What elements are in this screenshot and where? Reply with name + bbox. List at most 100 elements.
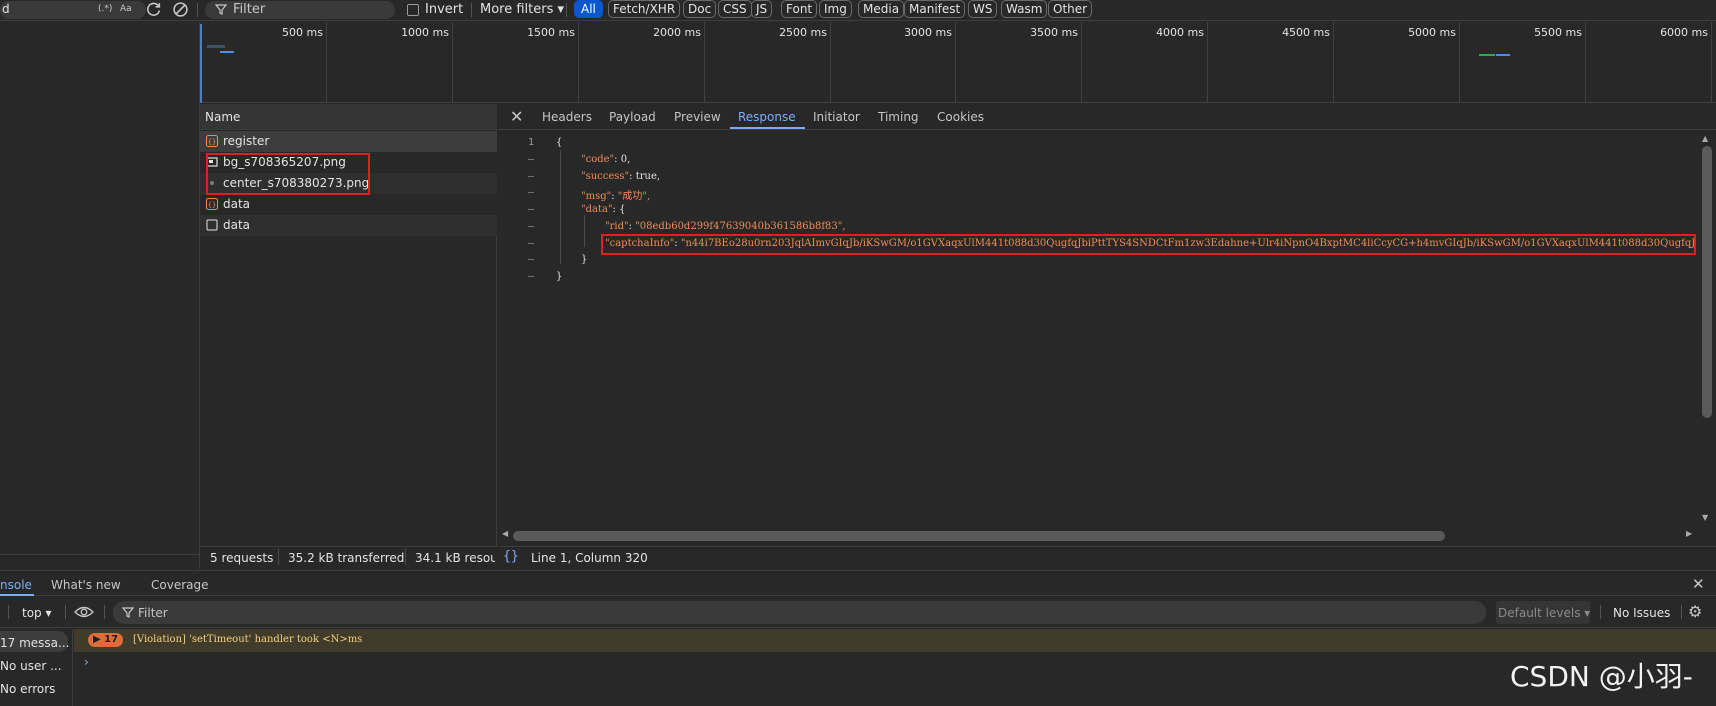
name-column-header[interactable] — [200, 104, 497, 130]
divider — [405, 549, 406, 565]
json-key: "msg" — [581, 191, 612, 202]
tab-coverage[interactable]: Coverage — [151, 578, 209, 592]
json-line: "code": 0, — [581, 154, 631, 165]
console-filter-input[interactable] — [113, 601, 1486, 624]
message-count-badge[interactable]: ▶ 17 — [88, 633, 124, 647]
timeline-tick-label: 4000 ms — [1156, 26, 1204, 39]
fold-marker[interactable]: – — [498, 271, 534, 282]
refresh-icon[interactable] — [145, 1, 162, 18]
request-row[interactable]: data — [200, 215, 497, 236]
gear-icon[interactable]: ⚙ — [1688, 602, 1702, 621]
svg-text:{}: {} — [208, 201, 216, 209]
timeline-gridline — [830, 22, 831, 103]
timeline-gridline — [578, 22, 579, 103]
timeline-tick-label: 2000 ms — [653, 26, 701, 39]
request-count: 5 requests — [210, 551, 274, 565]
active-tab-indicator — [730, 127, 805, 129]
fold-marker[interactable]: – — [498, 238, 534, 249]
json-line: "data": { — [581, 204, 626, 215]
filter-chip-doc[interactable]: Doc — [683, 0, 717, 18]
close-icon[interactable]: ✕ — [510, 107, 523, 126]
eye-icon[interactable] — [74, 605, 94, 619]
fold-marker[interactable]: – — [498, 171, 534, 182]
resources-size: 34.1 kB resou — [415, 551, 495, 565]
highlight-box — [601, 234, 1696, 255]
issues-button[interactable]: No Issues — [1613, 606, 1670, 620]
request-row[interactable]: {} data — [200, 194, 497, 215]
search-results-pane — [0, 22, 200, 569]
filter-chip-media[interactable]: Media — [858, 0, 905, 18]
divider — [197, 3, 198, 17]
sidebar-item-messages[interactable]: 17 messa... — [0, 636, 69, 650]
scrollbar-thumb[interactable] — [1702, 146, 1712, 418]
timeline-tick-label: 3500 ms — [1030, 26, 1078, 39]
cursor-position: Line 1, Column 320 — [531, 551, 648, 565]
fold-marker[interactable]: – — [498, 254, 534, 265]
scroll-down-icon[interactable]: ▼ — [1702, 513, 1708, 522]
close-icon[interactable]: ✕ — [1692, 575, 1705, 593]
document-icon — [206, 219, 218, 231]
filter-chip-ws[interactable]: WS — [968, 0, 998, 18]
filter-chip-other[interactable]: Other — [1048, 0, 1093, 18]
divider — [104, 605, 105, 619]
context-select[interactable]: top ▾ — [22, 606, 52, 620]
highlight-box — [206, 153, 370, 195]
line-number: 1 — [527, 137, 534, 148]
clear-icon[interactable] — [172, 1, 189, 18]
filter-icon — [215, 4, 227, 15]
timeline-gridline — [452, 22, 453, 103]
tab-timing[interactable]: Timing — [878, 110, 919, 124]
tab-whats-new[interactable]: What's new — [51, 578, 121, 592]
filter-chip-img[interactable]: Img — [819, 0, 852, 18]
json-value: true, — [635, 171, 661, 182]
svg-text:{}: {} — [208, 138, 216, 146]
timeline-tick-label: 6000 ms — [1660, 26, 1708, 39]
fold-marker[interactable]: – — [498, 221, 534, 232]
request-name: data — [223, 197, 251, 211]
filter-chip-js[interactable]: JS — [751, 0, 773, 18]
tab-cookies[interactable]: Cookies — [937, 110, 984, 124]
sidebar-item-errors[interactable]: No errors — [0, 682, 55, 696]
console-prompt[interactable]: › — [84, 655, 89, 669]
filter-chip-css[interactable]: CSS — [718, 0, 752, 18]
filter-chip-manifest[interactable]: Manifest — [904, 0, 966, 18]
filter-chip-font[interactable]: Font — [781, 0, 818, 18]
more-filters-dropdown[interactable]: More filters ▾ — [480, 2, 564, 17]
response-status-bar — [498, 546, 1716, 569]
timeline-tick-label: 3000 ms — [904, 26, 952, 39]
fold-marker[interactable]: – — [498, 187, 534, 198]
filter-chip-fetch-xhr[interactable]: Fetch/XHR — [608, 0, 681, 18]
filter-chip-all[interactable]: All — [574, 0, 603, 18]
scrollbar-thumb[interactable] — [513, 531, 1445, 541]
sidebar-item-user-messages[interactable]: No user ... — [0, 659, 62, 673]
timeline-bar — [220, 51, 234, 53]
json-value: "成功", — [617, 191, 651, 202]
json-value: "08edb60d299f47639040b361586b8f83", — [635, 221, 846, 232]
tab-payload[interactable]: Payload — [609, 110, 656, 124]
scroll-right-icon[interactable]: ▶ — [1686, 529, 1692, 538]
filter-icon — [122, 607, 134, 618]
scroll-left-icon[interactable]: ◀ — [502, 529, 508, 538]
request-row[interactable]: {} register — [200, 131, 497, 152]
watermark: CSDN @小羽- — [1510, 660, 1693, 693]
json-line: "rid": "08edb60d299f47639040b361586b8f83… — [605, 221, 846, 232]
divider — [65, 605, 66, 619]
timeline-tick-label: 5500 ms — [1534, 26, 1582, 39]
tab-headers[interactable]: Headers — [542, 110, 592, 124]
fold-marker[interactable]: – — [498, 204, 534, 215]
case-sensitive-button[interactable]: Aa — [120, 4, 132, 14]
fold-marker[interactable]: – — [498, 154, 534, 165]
tab-initiator[interactable]: Initiator — [813, 110, 860, 124]
invert-checkbox[interactable] — [407, 4, 419, 16]
pretty-print-icon[interactable]: {} — [503, 549, 519, 564]
response-viewer[interactable] — [498, 131, 1716, 526]
regex-toggle-button[interactable]: (.*) — [98, 4, 112, 14]
tab-response[interactable]: Response — [738, 110, 796, 124]
tab-console[interactable]: nsole — [0, 578, 32, 592]
timeline-tick-label: 1000 ms — [401, 26, 449, 39]
timeline-bar — [207, 45, 225, 48]
tab-preview[interactable]: Preview — [674, 110, 721, 124]
timeline-tick-label: 500 ms — [282, 26, 323, 39]
scroll-up-icon[interactable]: ▲ — [1702, 134, 1708, 143]
filter-chip-wasm[interactable]: Wasm — [1001, 0, 1048, 18]
